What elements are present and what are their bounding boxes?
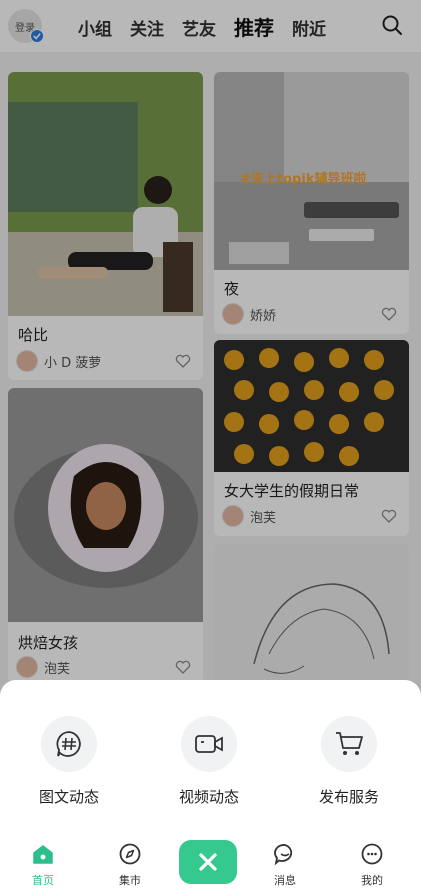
post-service-button[interactable]: 发布服务 [304,716,394,807]
nav-market[interactable]: 集市 [100,842,160,888]
chat-icon [274,844,293,866]
action-label: 发布服务 [318,788,379,806]
hashtag-icon [41,716,97,772]
nav-label: 首页 [32,874,54,887]
post-video-button[interactable]: 视频动态 [164,716,254,807]
nav-messages[interactable]: 消息 [255,842,315,888]
video-camera-icon [181,716,237,772]
nav-label: 我的 [361,874,383,887]
shopping-cart-icon [321,716,377,772]
post-image-text-button[interactable]: 图文动态 [24,716,114,807]
close-icon [199,853,217,871]
nav-label: 集市 [119,874,141,887]
action-label: 视频动态 [178,788,239,806]
close-publish-button[interactable] [179,840,237,884]
nav-profile[interactable]: 我的 [342,842,402,888]
nav-label: 消息 [274,874,296,887]
nav-home[interactable]: 首页 [13,842,73,888]
action-label: 图文动态 [38,788,99,806]
home-icon [33,845,53,864]
compass-icon [119,843,141,865]
profile-icon [361,843,383,865]
